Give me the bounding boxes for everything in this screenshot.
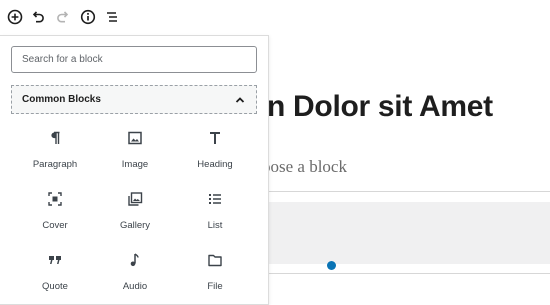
file-icon — [205, 250, 225, 270]
plus-circle-icon — [7, 9, 23, 25]
empty-block-area[interactable] — [268, 202, 550, 264]
block-label: Gallery — [119, 220, 151, 231]
block-label: Heading — [197, 159, 233, 170]
block-search-input[interactable] — [12, 47, 256, 72]
image-icon — [125, 128, 145, 148]
divider — [268, 191, 550, 192]
block-handle-dot[interactable] — [327, 261, 336, 270]
block-image[interactable]: Image — [95, 122, 175, 183]
block-file[interactable]: File — [175, 244, 255, 305]
block-label: File — [207, 281, 223, 292]
gallery-icon — [125, 189, 145, 209]
heading-icon — [205, 128, 225, 148]
section-title: Common Blocks — [22, 94, 101, 105]
top-toolbar — [0, 0, 550, 34]
block-label: List — [207, 220, 223, 231]
block-quote[interactable]: Quote — [15, 244, 95, 305]
info-button[interactable] — [77, 6, 99, 28]
post-title-fragment[interactable]: n Dolor sit Amet — [267, 90, 493, 124]
outline-button[interactable] — [101, 6, 123, 28]
redo-icon — [57, 11, 69, 23]
block-placeholder-fragment[interactable]: oose a block — [262, 157, 347, 177]
block-audio[interactable]: Audio — [95, 244, 175, 305]
block-grid: Paragraph Image Heading Cover Gallery Li… — [15, 122, 255, 305]
cover-icon — [45, 189, 65, 209]
info-icon — [80, 9, 96, 25]
paragraph-icon — [45, 128, 65, 148]
block-label: Audio — [122, 281, 148, 292]
chevron-up-icon — [234, 94, 246, 106]
block-gallery[interactable]: Gallery — [95, 183, 175, 244]
block-label: Quote — [42, 281, 68, 292]
block-label: Cover — [42, 220, 68, 231]
block-list[interactable]: List — [175, 183, 255, 244]
undo-icon — [32, 11, 44, 23]
block-cover[interactable]: Cover — [15, 183, 95, 244]
block-label: Paragraph — [32, 159, 78, 170]
common-blocks-toggle[interactable]: Common Blocks — [11, 85, 257, 114]
list-view-icon — [107, 12, 117, 22]
undo-button[interactable] — [27, 6, 49, 28]
block-heading[interactable]: Heading — [175, 122, 255, 183]
list-icon — [205, 189, 225, 209]
block-paragraph[interactable]: Paragraph — [15, 122, 95, 183]
redo-button[interactable] — [52, 6, 74, 28]
quote-icon — [45, 250, 65, 270]
divider — [268, 273, 550, 274]
block-inserter-panel: Common Blocks Paragraph Image — [0, 35, 269, 305]
block-label: Image — [121, 159, 149, 170]
add-block-button[interactable] — [4, 6, 26, 28]
audio-icon — [125, 250, 145, 270]
block-search-box — [11, 46, 257, 73]
